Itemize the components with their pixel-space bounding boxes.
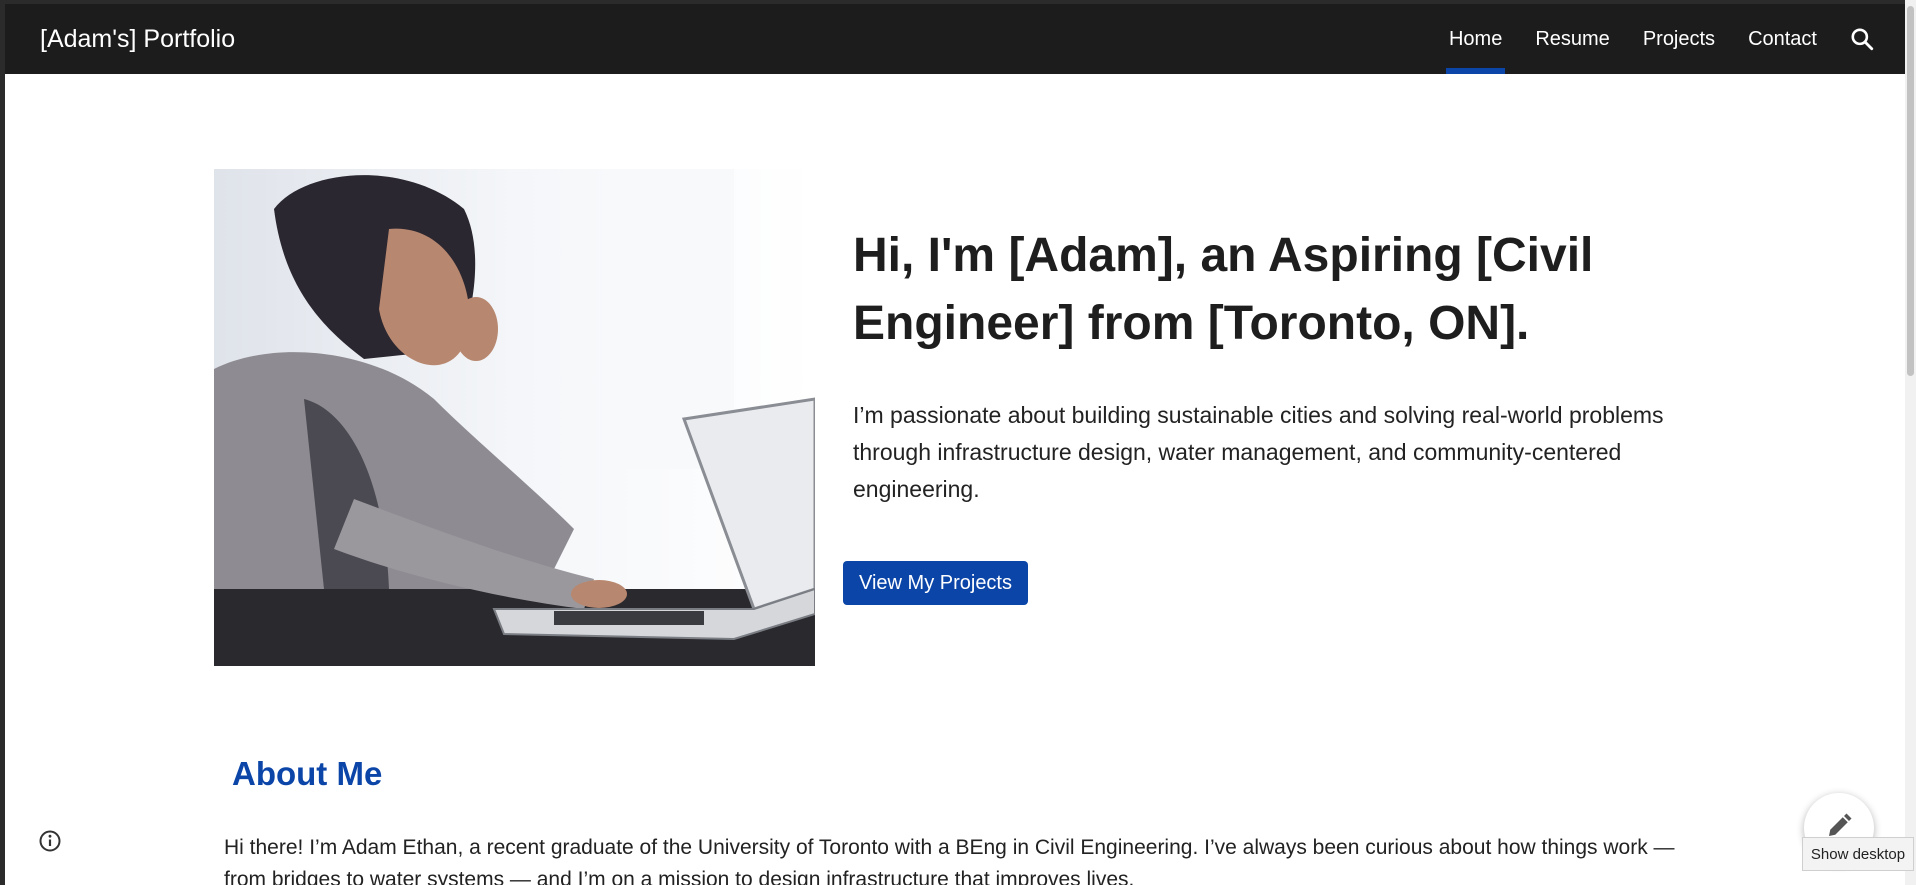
nav-contact[interactable]: Contact xyxy=(1745,4,1820,74)
scrollbar-thumb[interactable] xyxy=(1907,6,1914,376)
about-text: Hi there! I’m Adam Ethan, a recent gradu… xyxy=(224,836,1675,885)
info-icon[interactable] xyxy=(38,829,62,853)
nav-resume[interactable]: Resume xyxy=(1532,4,1612,74)
hero-description: I’m passionate about building sustainabl… xyxy=(853,402,1664,502)
nav-home[interactable]: Home xyxy=(1445,4,1506,74)
top-nav-bar: [Adam's] Portfolio Home Resume Projects … xyxy=(5,4,1905,74)
hero-heading: Hi, I'm [Adam], an Aspiring [Civil Engin… xyxy=(853,229,1594,350)
view-projects-button[interactable]: View My Projects xyxy=(843,561,1028,605)
hero-image xyxy=(214,169,815,666)
site-title[interactable]: [Adam's] Portfolio xyxy=(40,4,235,74)
search-icon[interactable] xyxy=(1847,24,1877,54)
nav-projects[interactable]: Projects xyxy=(1640,4,1718,74)
show-desktop-tooltip: Show desktop xyxy=(1802,837,1914,871)
page-scrollbar[interactable] xyxy=(1905,0,1916,885)
about-heading: About Me xyxy=(232,755,383,792)
main-nav: Home Resume Projects Contact xyxy=(1445,4,1905,74)
